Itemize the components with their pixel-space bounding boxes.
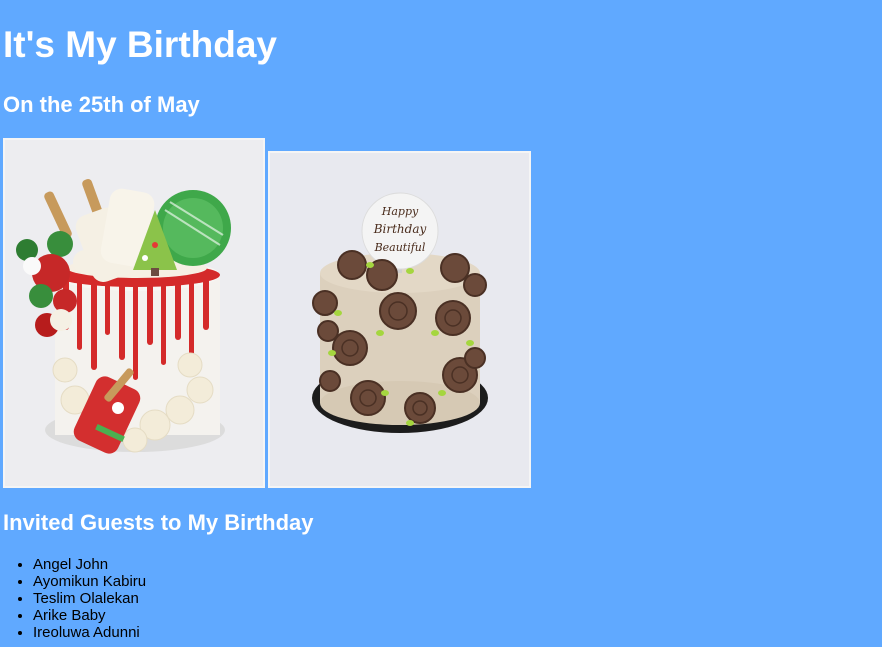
- rosette-cake-photo: Happy Birthday Beautiful: [268, 151, 531, 488]
- list-item: Angel John: [33, 556, 146, 573]
- list-item: Arike Baby: [33, 607, 146, 624]
- guest-list: Angel John Ayomikun Kabiru Teslim Olalek…: [0, 556, 146, 641]
- list-item: Ayomikun Kabiru: [33, 573, 146, 590]
- topper-text-1: Happy: [381, 205, 419, 218]
- topper-text-2: Birthday: [373, 222, 427, 236]
- page-title: It's My Birthday: [3, 24, 278, 65]
- rosette-cake-image: Happy Birthday Beautiful: [270, 153, 529, 486]
- page-subtitle: On the 25th of May: [3, 92, 200, 117]
- list-item: Ireoluwa Adunni: [33, 624, 146, 641]
- birthday-page: It's My Birthday On the 25th of May Happ…: [0, 0, 882, 647]
- guests-heading: Invited Guests to My Birthday: [3, 510, 314, 535]
- list-item: Teslim Olalekan: [33, 590, 146, 607]
- topper-text-3: Beautiful: [374, 241, 426, 254]
- drip-cake-image: [5, 140, 263, 486]
- drip-cake-photo: [3, 138, 265, 488]
